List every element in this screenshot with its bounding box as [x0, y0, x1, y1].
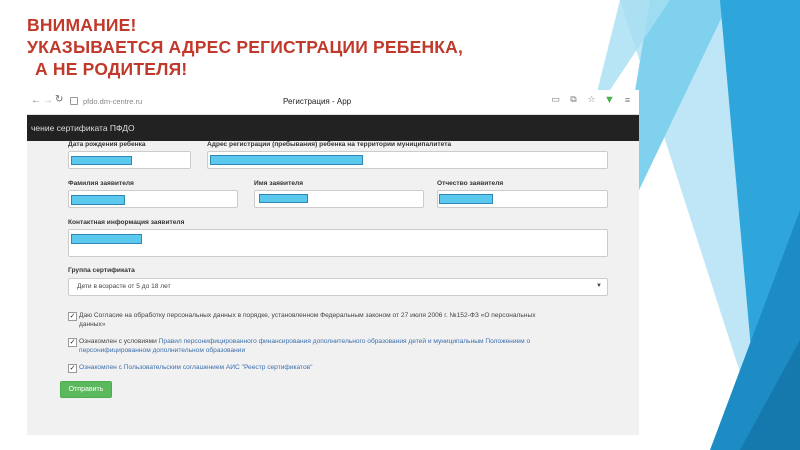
redaction-mask	[439, 194, 493, 204]
redaction-mask	[71, 156, 132, 165]
slide-title: ВНИМАНИЕ! УКАЗЫВАЕТСЯ АДРЕС РЕГИСТРАЦИИ …	[27, 14, 463, 80]
patronymic-field[interactable]	[437, 190, 608, 208]
window-icon[interactable]: ▭	[550, 94, 561, 105]
submit-button[interactable]: Отправить	[60, 381, 112, 398]
address-field[interactable]	[207, 151, 608, 169]
redaction-mask	[210, 155, 363, 165]
rules-checkbox-row[interactable]: ✓ Ознакомлен с условиями Правил персониф…	[68, 337, 588, 357]
dropdown-arrow-icon: ▼	[596, 283, 602, 289]
slide-title-line-3: А НЕ РОДИТЕЛЯ!	[35, 59, 188, 79]
lock-icon	[70, 97, 78, 105]
consent-checkbox[interactable]: ✓	[68, 312, 77, 321]
download-arrow-icon[interactable]: ▼	[604, 94, 615, 106]
first-name-field[interactable]	[254, 190, 424, 208]
translate-icon[interactable]: ⧉	[568, 94, 579, 105]
browser-toolbar: ← → ↻ pfdo.dm-centre.ru Регистрация - Ap…	[27, 90, 639, 115]
consent-text-line-2: данных»	[79, 321, 106, 328]
group-select-value: Дети в возрасте от 5 до 18 лет	[77, 283, 171, 290]
reload-icon[interactable]: ↻	[55, 94, 63, 105]
star-icon[interactable]: ☆	[586, 94, 597, 105]
rules-text: Ознакомлен с условиями Правил персонифиц…	[79, 337, 530, 355]
group-select[interactable]: Дети в возрасте от 5 до 18 лет ▼	[68, 278, 608, 296]
redaction-mask	[259, 194, 308, 203]
rules-checkbox[interactable]: ✓	[68, 338, 77, 347]
agreement-checkbox[interactable]: ✓	[68, 364, 77, 373]
browser-extension-icons: ▭ ⧉ ☆ ▼ ≡	[550, 94, 633, 106]
back-arrow-icon[interactable]: ←	[31, 95, 41, 106]
registration-form: Дата рождения ребенка Адрес регистрации …	[27, 141, 639, 435]
rules-link[interactable]: Правил персонифицированного финансирован…	[159, 338, 531, 345]
agreement-checkbox-row[interactable]: ✓ Ознакомлен с Пользовательским соглашен…	[68, 363, 588, 373]
consent-text-line-1: Даю Согласие на обработку персональных д…	[79, 312, 536, 319]
rules-link-line-2[interactable]: персонифицированном дополнительном образ…	[79, 347, 245, 354]
contact-label: Контактная информация заявителя	[68, 219, 185, 226]
last-name-label: Фамилия заявителя	[68, 180, 134, 187]
app-screenshot: ← → ↻ pfdo.dm-centre.ru Регистрация - Ap…	[27, 90, 639, 435]
menu-icon[interactable]: ≡	[622, 94, 633, 105]
first-name-label: Имя заявителя	[254, 180, 304, 187]
address-label: Адрес регистрации (пребывания) ребенка н…	[207, 141, 452, 148]
address-bar-url[interactable]: pfdo.dm-centre.ru	[83, 97, 142, 106]
slide-title-line-1: ВНИМАНИЕ!	[27, 15, 137, 35]
redaction-mask	[71, 195, 125, 205]
patronymic-label: Отчество заявителя	[437, 180, 504, 187]
rules-prefix: Ознакомлен с условиями	[79, 338, 159, 345]
last-name-field[interactable]	[68, 190, 238, 208]
app-header-title: чение сертификата ПФДО	[31, 123, 135, 133]
app-navbar: чение сертификата ПФДО	[27, 115, 639, 141]
agreement-link[interactable]: Ознакомлен с Пользовательским соглашение…	[79, 363, 313, 372]
group-label: Группа сертификата	[68, 267, 135, 274]
consent-checkbox-row[interactable]: ✓ Даю Согласие на обработку персональных…	[68, 311, 588, 331]
redaction-mask	[71, 234, 142, 244]
birth-date-field[interactable]	[68, 151, 191, 169]
consent-text: Даю Согласие на обработку персональных д…	[79, 311, 536, 329]
slide-title-line-2: УКАЗЫВАЕТСЯ АДРЕС РЕГИСТРАЦИИ РЕБЕНКА,	[27, 37, 464, 57]
page-tab-title: Регистрация - App	[283, 97, 352, 106]
forward-arrow-icon[interactable]: →	[43, 95, 53, 106]
birth-date-label: Дата рождения ребенка	[68, 141, 146, 148]
contact-field[interactable]	[68, 229, 608, 257]
